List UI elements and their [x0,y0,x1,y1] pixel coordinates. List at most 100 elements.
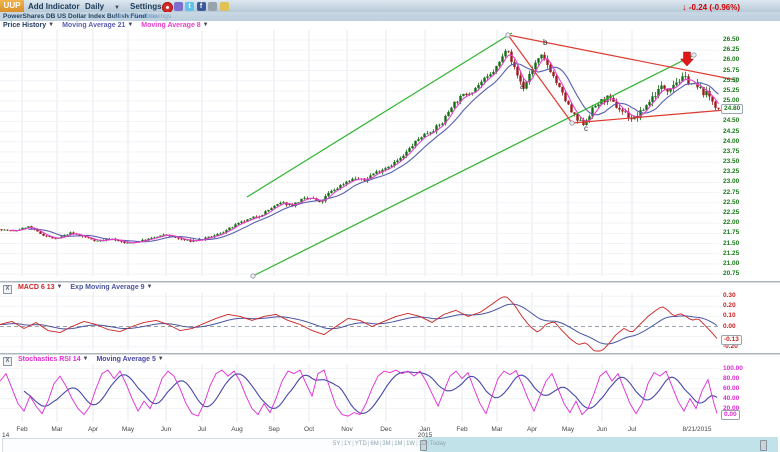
price-axis-tick: 21.25 [723,250,739,257]
price-axis-tick: 24.00 [723,138,739,145]
macd-value-box: -0.13 [721,335,742,345]
month-label: Jul [198,426,206,433]
settings-button[interactable]: Settings [130,2,162,11]
price-axis-tick: 24.25 [723,128,739,135]
close-macd-icon[interactable]: X [3,285,12,294]
price-axis-tick: 22.50 [723,199,739,206]
indicator-label-moving-average-21[interactable]: Moving Average 21 ▼ [62,22,133,29]
chevron-down-icon[interactable]: ▼ [127,22,133,28]
range-link-1m[interactable]: 1M [394,441,402,447]
price-axis-tick: 22.75 [723,189,739,196]
close-stoch-icon[interactable]: X [3,357,12,366]
camera-icon[interactable] [208,2,217,11]
price-axis-tick: 25.75 [723,67,739,74]
month-label: Apr [527,426,537,433]
chevron-down-icon[interactable]: ▼ [114,3,120,12]
range-separator: | [427,441,429,447]
macd-axis-tick: 0.20 [723,302,736,309]
pane-separator[interactable] [0,281,780,283]
range-link-3m[interactable]: 3M [382,441,390,447]
price-axis-tick: 22.00 [723,219,739,226]
charting-app-window: { "toolbar": { "symbol": "UUP", "add_ind… [0,0,780,452]
drawings-link[interactable]: Drawings [144,13,171,20]
svg-text:c: c [584,124,588,133]
widgets-icon[interactable] [174,2,183,11]
range-separator: | [352,441,354,447]
month-label: May [122,426,134,433]
stoch-overlay-label[interactable]: Moving Average 5 ▼ [96,356,163,363]
range-link-1d[interactable]: 1D [419,441,427,447]
macd-axis-tick: 0.00 [723,323,736,330]
price-axis-tick: 21.75 [723,229,739,236]
month-label: Jun [597,426,607,433]
stoch-pane-header: X Stochastics RSI 14 ▼ Moving Average 5 … [3,356,164,366]
range-separator: | [392,441,394,447]
chevron-down-icon[interactable]: ▼ [203,22,209,28]
range-link-5y[interactable]: 5Y [333,441,340,447]
price-axis-tick: 25.25 [723,87,739,94]
month-label: Mar [491,426,502,433]
range-link-today[interactable]: Today [430,441,446,447]
range-link-1w[interactable]: 1W [406,441,415,447]
macd-axis-tick: 0.30 [723,292,736,299]
month-label: Jun [161,426,171,433]
price-axis-tick: 25.50 [723,77,739,84]
last-date-label: 8/21/2015 [683,426,712,433]
month-label: Feb [456,426,467,433]
month-label: Jan [420,426,430,433]
price-axis-tick: 22.25 [723,209,739,216]
pane-separator[interactable] [0,353,780,355]
month-label: Oct [304,426,314,433]
price-axis-tick: 24.50 [723,117,739,124]
macd-overlay-label[interactable]: Exp Moving Average 9 ▼ [70,284,152,291]
price-axis-tick: 23.75 [723,148,739,155]
period-select[interactable]: Daily [85,2,104,11]
month-label: Feb [16,426,27,433]
month-label: Nov [341,426,353,433]
stoch-indicator-label[interactable]: Stochastics RSI 14 ▼ [18,356,89,363]
stoch-axis-tick: 100.00 [723,365,743,372]
month-label: Dec [380,426,392,433]
month-label: Sep [268,426,280,433]
stoch-axis-tick: 80.00 [723,375,739,382]
price-pane-header: Price History ▼ Moving Average 21 ▼ Moving… [3,22,217,29]
month-label: Apr [88,426,98,433]
chevron-down-icon[interactable]: ▼ [48,22,54,28]
indicator-label-price-history[interactable]: Price History ▼ [3,22,54,29]
twitter-icon[interactable]: t [185,2,194,11]
down-arrow-icon: ↓ [682,2,687,12]
symbol-subheader: PowerShares DB US Dollar Index Bullish F… [0,12,780,21]
month-label: Aug [231,426,243,433]
indicator-label-moving-average-8[interactable]: Moving Average 8 ▼ [141,22,208,29]
notes-icon[interactable] [220,2,229,11]
price-axis-tick: 23.50 [723,158,739,165]
price-axis-tick: 21.00 [723,260,739,267]
macd-indicator-label[interactable]: MACD 6 13 ▼ [18,284,62,291]
month-label: Mar [51,426,62,433]
range-separator: | [404,441,406,447]
stoch-axis-tick: 60.00 [723,385,739,392]
symbol-tab[interactable]: UUP [0,0,24,12]
price-axis-tick: 21.50 [723,240,739,247]
price-axis-tick: 26.25 [723,46,739,53]
macd-axis-tick: 0.10 [723,312,736,319]
range-link-6m[interactable]: 6M [370,441,378,447]
range-separator: | [416,441,418,447]
price-axis-tick: 26.50 [723,36,739,43]
range-selector: 5Y|1Y|YTD|6M|3M|1M|1W|1D|Today [333,441,446,447]
add-indicator-button[interactable]: Add Indicator [28,2,80,11]
range-separator: | [341,441,343,447]
navigator-selected-region[interactable] [423,437,778,452]
price-axis-tick: 20.75 [723,270,739,277]
svg-text:b: b [543,38,548,47]
range-link-ytd[interactable]: YTD [355,441,367,447]
stoch-value-box: 0.00 [721,410,740,420]
price-axis-tick: 26.00 [723,56,739,63]
chart-canvas[interactable]: a b c [0,0,780,452]
price-axis-tick: 23.00 [723,178,739,185]
svg-text:a: a [520,82,525,91]
navigator-right-handle[interactable] [760,440,767,451]
range-link-1y[interactable]: 1Y [344,441,351,447]
price-axis-tick: 23.25 [723,168,739,175]
facebook-icon[interactable]: f [197,2,206,11]
